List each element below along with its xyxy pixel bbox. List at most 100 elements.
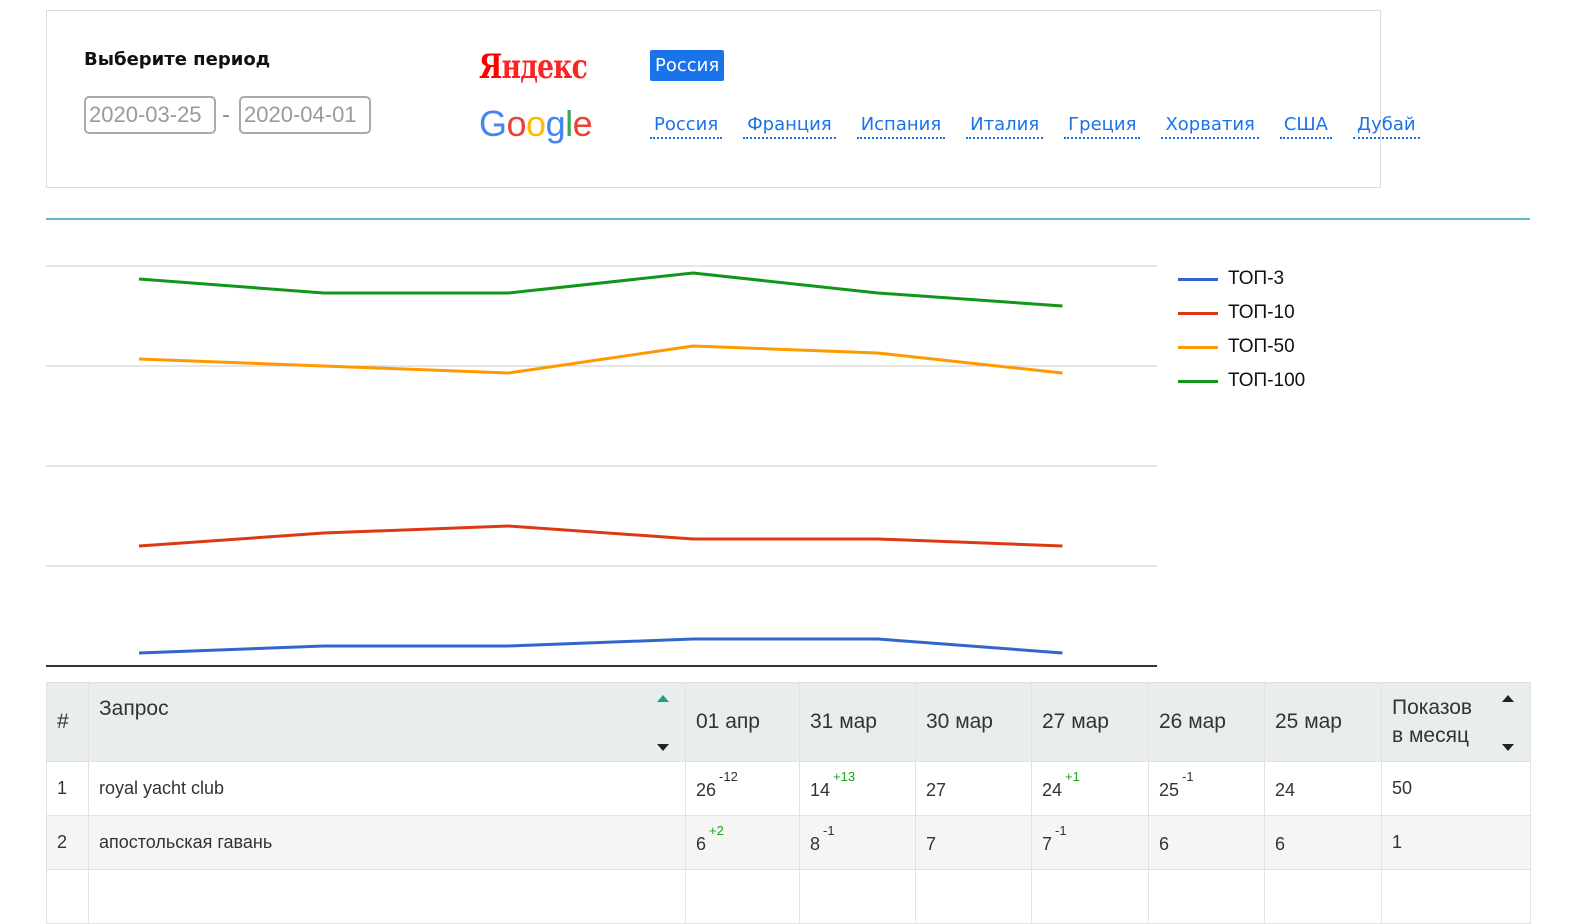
row-date-2 (799, 869, 916, 924)
row-date-1: 26-12 (685, 761, 800, 816)
legend-swatch-top10 (1178, 311, 1218, 315)
header-date-6[interactable]: 25 мар (1264, 682, 1382, 762)
header-num: # (46, 682, 89, 762)
row-num: 1 (46, 761, 89, 816)
google-region-russia-link[interactable]: Россия (650, 114, 723, 139)
legend-item-top3[interactable]: ТОП-3 (1178, 262, 1305, 296)
row-shows (1381, 869, 1531, 924)
row-date-1 (685, 869, 800, 924)
yandex-logo: Яндекс (479, 47, 588, 87)
pos-value: 14 (810, 779, 831, 800)
sort-desc-icon[interactable] (657, 744, 669, 751)
table-header-row: # Запрос 01 апр 31 мар 30 мар 27 мар 26 … (46, 682, 1531, 762)
legend-label-top10: ТОП-10 (1228, 302, 1295, 323)
google-region-italy-link[interactable]: Италия (966, 114, 1044, 139)
google-regions-list: Россия Франция Испания Италия Греция Хор… (650, 114, 1441, 139)
series-line-топ100[interactable] (138, 271, 1063, 308)
pos-delta: +2 (709, 822, 724, 838)
chart-legend: ТОП-3 ТОП-10 ТОП-50 ТОП-100 (1178, 262, 1305, 398)
pos-delta: -1 (1055, 822, 1067, 838)
row-num (46, 869, 89, 924)
row-date-4 (1031, 869, 1149, 924)
google-region-croatia-link[interactable]: Хорватия (1161, 114, 1259, 139)
section-divider (46, 218, 1530, 220)
series-line-топ50[interactable] (138, 344, 1063, 375)
row-date-1: 6+2 (685, 815, 800, 870)
pos-value: 27 (926, 779, 947, 800)
row-date-3: 7 (915, 815, 1032, 870)
pos-value: 6 (1159, 833, 1170, 854)
row-query: royal yacht club (88, 761, 686, 816)
row-date-3: 27 (915, 761, 1032, 816)
google-region-spain-link[interactable]: Испания (856, 114, 946, 139)
pos-delta: +13 (833, 768, 856, 784)
row-date-5: 25-1 (1148, 761, 1265, 816)
row-date-6 (1264, 869, 1382, 924)
pos-value: 6 (696, 833, 707, 854)
google-region-usa-link[interactable]: США (1279, 114, 1332, 139)
pos-delta: -1 (1182, 768, 1194, 784)
pos-value: 24 (1275, 779, 1296, 800)
sort-desc-icon[interactable] (1502, 744, 1514, 751)
row-date-2: 14+13 (799, 761, 916, 816)
header-date-5[interactable]: 26 мар (1148, 682, 1265, 762)
pos-value: 7 (1042, 833, 1053, 854)
header-shows-line2: в месяц (1392, 724, 1470, 747)
pos-delta: +1 (1065, 768, 1080, 784)
row-shows: 1 (1381, 815, 1531, 870)
pos-value: 24 (1042, 779, 1063, 800)
header-shows-line1: Показов (1392, 696, 1473, 719)
row-date-4: 24+1 (1031, 761, 1149, 816)
google-logo: Google (479, 103, 593, 144)
google-region-france-link[interactable]: Франция (743, 114, 836, 139)
legend-label-top50: ТОП-50 (1228, 336, 1295, 357)
positions-table: # Запрос 01 апр 31 мар 30 мар 27 мар 26 … (46, 682, 1531, 924)
pos-delta: -1 (823, 822, 835, 838)
legend-item-top100[interactable]: ТОП-100 (1178, 364, 1305, 398)
row-date-2: 8-1 (799, 815, 916, 870)
date-separator: - (222, 103, 230, 128)
row-query (88, 869, 686, 924)
legend-swatch-top50 (1178, 345, 1218, 349)
legend-item-top10[interactable]: ТОП-10 (1178, 296, 1305, 330)
date-from-input[interactable]: 2020-03-25 (84, 96, 216, 134)
pos-value: 26 (696, 779, 717, 800)
filter-panel: Выберите период 2020-03-25 - 2020-04-01 … (46, 10, 1420, 188)
row-date-6: 24 (1264, 761, 1382, 816)
header-date-3[interactable]: 30 мар (915, 682, 1032, 762)
legend-label-top3: ТОП-3 (1228, 268, 1285, 289)
header-date-4[interactable]: 27 мар (1031, 682, 1149, 762)
legend-item-top50[interactable]: ТОП-50 (1178, 330, 1305, 364)
pos-value: 7 (926, 833, 937, 854)
google-region-greece-link[interactable]: Греция (1064, 114, 1141, 139)
period-label: Выберите период (84, 49, 271, 70)
header-shows[interactable]: Показов в месяц (1381, 682, 1531, 762)
row-date-6: 6 (1264, 815, 1382, 870)
header-query-label: Запрос (99, 697, 169, 720)
legend-label-top100: ТОП-100 (1228, 370, 1306, 391)
row-date-3 (915, 869, 1032, 924)
row-date-4: 7-1 (1031, 815, 1149, 870)
row-date-5 (1148, 869, 1265, 924)
table-row: 2 апостольская гавань 6+2 8-1 7 7-1 6 6 … (46, 815, 1531, 870)
positions-chart (46, 265, 1157, 667)
legend-swatch-top3 (1178, 277, 1218, 281)
header-date-2[interactable]: 31 мар (799, 682, 916, 762)
date-to-input[interactable]: 2020-04-01 (239, 96, 371, 134)
header-date-1[interactable]: 01 апр (685, 682, 800, 762)
row-shows: 50 (1381, 761, 1531, 816)
sort-asc-icon[interactable] (1502, 695, 1514, 702)
row-query: апостольская гавань (88, 815, 686, 870)
table-row: 1 royal yacht club 26-12 14+13 27 24+1 2… (46, 761, 1531, 816)
pos-delta: -12 (719, 768, 738, 784)
google-region-dubai-link[interactable]: Дубай (1353, 114, 1420, 139)
pos-value: 6 (1275, 833, 1286, 854)
series-line-топ3[interactable] (138, 637, 1063, 655)
table-row (46, 869, 1531, 924)
row-date-5: 6 (1148, 815, 1265, 870)
yandex-region-russia-button[interactable]: Россия (650, 50, 725, 81)
series-line-топ10[interactable] (138, 524, 1063, 548)
header-query[interactable]: Запрос (88, 682, 686, 762)
sort-asc-icon[interactable] (657, 695, 669, 702)
row-num: 2 (46, 815, 89, 870)
